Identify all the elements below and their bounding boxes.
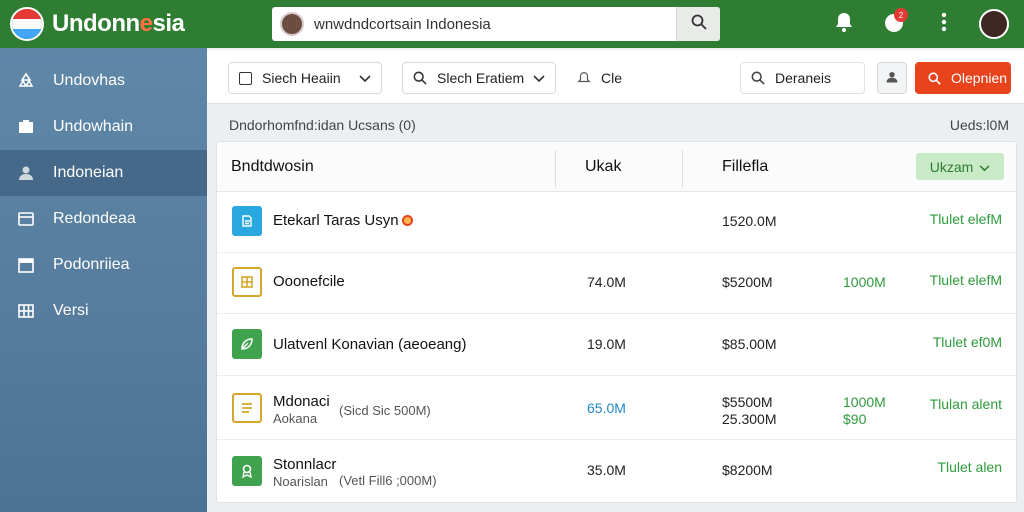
- file-size: 65.0M: [587, 400, 626, 416]
- file-change: 1000M: [843, 394, 886, 410]
- file-size: 35.0M: [587, 462, 626, 478]
- sidebar-item-label: Undowhain: [53, 118, 134, 135]
- brand[interactable]: Undonnesia: [10, 6, 185, 42]
- search-icon: [413, 71, 427, 85]
- results-summary: Dndorhomfnd:idan Ucsans (0): [229, 117, 416, 133]
- user-icon: [885, 70, 899, 87]
- column-header-size[interactable]: Ukak: [585, 158, 621, 176]
- file-name: Ulatvenl Konavian (aeoeang): [273, 336, 467, 353]
- sidebar-item-label: Indoneian: [53, 164, 124, 181]
- card-icon: [16, 209, 36, 229]
- file-name: Stonnlacr: [273, 456, 337, 473]
- sidebar-item-5[interactable]: Podonriiea: [0, 242, 207, 288]
- toolbar: Siech Heaiin Slech Eratiem Cle Deraneis …: [207, 50, 1024, 104]
- row-action-link[interactable]: Tlulet elefM: [930, 272, 1002, 288]
- table-row[interactable]: Mdonaci Aokana (Sicd Sic 500M) 65.0M $55…: [217, 376, 1016, 440]
- global-search[interactable]: [272, 7, 720, 41]
- user-icon: [16, 163, 36, 183]
- sidebar-item-label: Podonriiea: [53, 256, 130, 273]
- sidebar-item-3[interactable]: Indoneian: [0, 150, 207, 196]
- grid-icon: [232, 267, 262, 297]
- sidebar-item-label: Redondeaa: [53, 210, 136, 227]
- file-note: (Sicd Sic 500M): [339, 403, 431, 418]
- search-icon: [928, 71, 941, 85]
- filter-dropdown-1[interactable]: Siech Heaiin: [228, 62, 382, 94]
- sidebar-item-label: Versi: [53, 302, 89, 319]
- search-icon: [691, 14, 707, 35]
- sidebar-item-1[interactable]: Undovhas: [0, 58, 207, 104]
- primary-action-button[interactable]: Olepnien: [915, 62, 1011, 94]
- file-value: $85.00M: [722, 336, 777, 352]
- file-value: $8200M: [722, 462, 773, 478]
- search-input[interactable]: [314, 15, 674, 33]
- sidebar: Undovhas Undowhain Indoneian Redondeaa P…: [0, 48, 207, 512]
- avatar: [979, 9, 1009, 39]
- file-change: 1000M: [843, 274, 886, 290]
- row-action-link[interactable]: Tlulet alen: [937, 459, 1002, 475]
- file-value: 1520.0M: [722, 213, 777, 229]
- sidebar-item-2[interactable]: Undowhain: [0, 104, 207, 150]
- status-dot: [401, 215, 413, 226]
- notifications-button[interactable]: [828, 8, 860, 40]
- search-icon: [751, 71, 765, 85]
- sidebar-item-label: Undovhas: [53, 72, 126, 89]
- file-name: Etekarl Taras Usyn: [273, 212, 413, 229]
- calendar-icon: [16, 255, 36, 275]
- file-value: $5200M: [722, 274, 773, 290]
- table-header: Bndtdwosin Ukak Fillefla Ukzam: [217, 142, 1016, 192]
- filter-dropdown-2[interactable]: Slech Eratiem: [402, 62, 556, 94]
- kebab-icon: [941, 12, 947, 37]
- table-row[interactable]: Ulatvenl Konavian (aeoeang) 19.0M $85.00…: [217, 314, 1016, 376]
- select-all-checkbox[interactable]: [239, 71, 252, 85]
- more-menu-button[interactable]: [928, 8, 960, 40]
- profile-filter-button[interactable]: [877, 62, 907, 94]
- file-change-secondary: $90: [843, 411, 867, 427]
- clear-button[interactable]: Cle: [569, 62, 629, 94]
- column-header-file[interactable]: Fillefla: [722, 158, 768, 176]
- table-row[interactable]: Ooonefcile 74.0M $5200M 1000M Tlulet ele…: [217, 253, 1016, 314]
- file-table: Bndtdwosin Ukak Fillefla Ukzam Etekarl T…: [216, 141, 1017, 503]
- upload-button[interactable]: Ukzam: [916, 153, 1004, 180]
- bell-outline-icon: [577, 71, 591, 85]
- file-note: (Vetl Fill6 ;000M): [339, 473, 437, 488]
- chevron-down-icon: [359, 70, 371, 86]
- recycle-icon: [16, 71, 36, 91]
- messages-button[interactable]: 2: [878, 8, 910, 40]
- total-size: Ueds:l0M: [949, 117, 1009, 133]
- leaf-icon: [232, 329, 262, 359]
- inbox-icon: [16, 117, 36, 137]
- file-size: 19.0M: [587, 336, 626, 352]
- user-avatar-button[interactable]: [978, 8, 1010, 40]
- sidebar-item-6[interactable]: Versi: [0, 288, 207, 334]
- row-action-link[interactable]: Tlulet elefM: [930, 211, 1002, 227]
- file-size: 74.0M: [587, 274, 626, 290]
- column-header-name[interactable]: Bndtdwosin: [231, 158, 314, 176]
- file-name: Ooonefcile: [273, 273, 345, 290]
- bell-icon: [833, 11, 855, 38]
- file-subtitle: Aokana: [273, 411, 318, 426]
- top-bar: Undonnesia 2: [0, 0, 1024, 48]
- row-action-link[interactable]: Tlulet ef0M: [933, 334, 1002, 350]
- row-action-link[interactable]: Tlulan alent: [930, 396, 1002, 412]
- badge-icon: [232, 456, 262, 486]
- toolbar-search[interactable]: Deraneis: [740, 62, 865, 94]
- flag-logo: [10, 7, 44, 41]
- notification-badge: 2: [894, 8, 908, 22]
- file-subtitle: Noarislan: [273, 474, 328, 489]
- list-icon: [232, 393, 262, 423]
- chevron-down-icon: [979, 159, 990, 175]
- file-value-secondary: 25.300M: [722, 411, 777, 427]
- chevron-down-icon: [533, 70, 545, 86]
- brand-name: Undonnesia: [52, 10, 185, 37]
- table-row[interactable]: Stonnlacr Noarislan (Vetl Fill6 ;000M) 3…: [217, 440, 1016, 502]
- search-button[interactable]: [676, 7, 720, 41]
- file-name: Mdonaci: [273, 393, 330, 410]
- search-avatar: [280, 12, 304, 36]
- table-row[interactable]: Etekarl Taras Usyn 1520.0M Tlulet elefM: [217, 192, 1016, 253]
- sidebar-item-4[interactable]: Redondeaa: [0, 196, 207, 242]
- file-value: $5500M: [722, 394, 773, 410]
- doc-icon: [232, 206, 262, 236]
- grid-icon: [16, 301, 36, 321]
